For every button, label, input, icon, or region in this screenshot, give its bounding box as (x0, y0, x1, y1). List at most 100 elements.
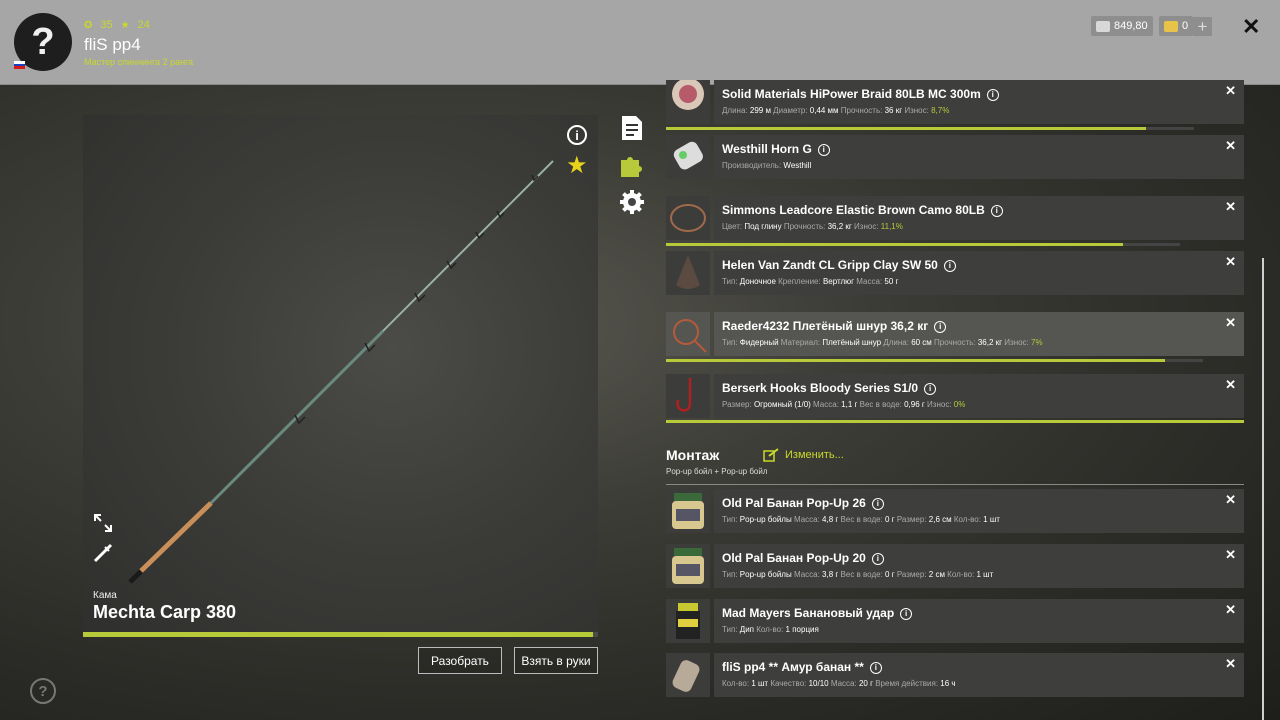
info-icon[interactable]: i (817, 144, 830, 156)
info-icon[interactable]: i (924, 383, 937, 395)
help-icon[interactable]: ? (30, 678, 56, 704)
prop-label: Кол-во: (722, 679, 752, 688)
prop-label: Прочность: (781, 222, 828, 231)
leadcore-icon (666, 196, 710, 240)
item-name: Simmons Leadcore Elastic Brown Camo 80LB (722, 203, 985, 217)
remove-icon[interactable]: ✕ (1225, 547, 1236, 563)
tackle-bite-alarm[interactable]: Westhill Horn G i Производитель: Westhill… (666, 135, 1244, 179)
tackle-sinker[interactable]: Helen Van Zandt CL Gripp Clay SW 50 i Тип… (666, 251, 1244, 295)
prop-label: Кол-во: (754, 625, 786, 634)
tackle-line[interactable]: Solid Materials HiPower Braid 80LB MC 30… (666, 78, 1244, 124)
info-icon[interactable]: i (871, 553, 884, 565)
bait-item[interactable]: Old Pal Банан Pop-Up 20 i Тип: Pop-up бой… (666, 544, 1244, 588)
info-icon[interactable]: i (934, 321, 947, 333)
remove-icon[interactable]: ✕ (1225, 656, 1236, 672)
wear-fill (666, 243, 1124, 246)
prop-value: Pop-up бойлы (739, 570, 792, 579)
gear-icon[interactable] (619, 189, 645, 215)
remove-icon[interactable]: ✕ (1225, 377, 1236, 393)
edit-montage-label: Изменить... (785, 449, 844, 461)
prop-value: Дип (739, 625, 754, 634)
item-props: Тип: Pop-up бойлы Масса: 3,8 г Вес в вод… (722, 570, 993, 579)
puzzle-icon[interactable] (619, 152, 645, 178)
gold-coin-icon (1164, 20, 1178, 32)
fishing-rod-image (128, 160, 554, 584)
info-icon[interactable]: i (943, 260, 956, 272)
wear-bar (666, 359, 1203, 362)
info-icon[interactable]: i (986, 89, 999, 101)
tackle-leadcore[interactable]: Simmons Leadcore Elastic Brown Camo 80LB… (666, 196, 1244, 240)
braid-spool-icon (666, 78, 710, 124)
montage-title: Монтаж (666, 447, 720, 463)
info-icon[interactable]: i (869, 662, 882, 674)
bait-jar-icon (666, 489, 710, 533)
item-name: Helen Van Zandt CL Gripp Clay SW 50 (722, 258, 938, 272)
player-rank: Мастер спиннинга 2 ранга (84, 57, 194, 67)
rod-edit-icon[interactable] (93, 543, 113, 563)
rod-name: Mechta Carp 380 (93, 602, 237, 622)
info-icon[interactable]: i (900, 608, 913, 620)
sinker-icon (666, 251, 710, 295)
silver-coin-icon (1096, 20, 1110, 32)
stat-coins: 35 (100, 19, 113, 31)
close-icon[interactable]: ✕ (1242, 14, 1260, 40)
prop-value: 299 м (749, 106, 771, 115)
remove-icon[interactable]: ✕ (1225, 83, 1236, 99)
prop-label: Время действия: (873, 679, 941, 688)
section-divider (666, 420, 1244, 423)
take-in-hands-button[interactable]: Взять в руки (514, 647, 598, 674)
prop-value: 2,6 см (928, 515, 952, 524)
prop-value: Фидерный (739, 338, 779, 347)
disassemble-button[interactable]: Разобрать (418, 647, 502, 674)
bait-jar-icon (666, 544, 710, 588)
prop-label: Износ: (924, 400, 954, 409)
remove-icon[interactable]: ✕ (1225, 492, 1236, 508)
info-icon[interactable]: i (871, 498, 884, 510)
prop-value: 1 шт (983, 515, 1000, 524)
star-icon: ★ (120, 19, 130, 31)
remove-icon[interactable]: ✕ (1225, 602, 1236, 618)
notes-icon[interactable] (619, 115, 645, 141)
prop-label: Прочность: (838, 106, 885, 115)
prop-label: Масса: (854, 277, 885, 286)
item-props: Тип: Дип Кол-во: 1 порция (722, 625, 819, 634)
item-props: Цвет: Под глину Прочность: 36,2 кг Износ… (722, 222, 903, 231)
wear-fill (666, 359, 1166, 362)
prop-label: Размер: (894, 570, 929, 579)
prop-value: 36,2 кг (827, 222, 852, 231)
tackle-hook[interactable]: Berserk Hooks Bloody Series S1/0 i Размер… (666, 374, 1244, 418)
prop-label: Износ: (902, 106, 932, 115)
prop-value: 60 см (911, 338, 932, 347)
item-props: Тип: Доночное Крепление: Вертлюг Масса: … (722, 277, 898, 286)
remove-icon[interactable]: ✕ (1225, 254, 1236, 270)
dip-jar-icon (666, 599, 710, 643)
edit-montage-button[interactable]: Изменить... (763, 448, 844, 462)
rod-condition-fill (83, 632, 593, 637)
item-name: Old Pal Банан Pop-Up 26 (722, 496, 866, 510)
info-icon[interactable]: i (990, 205, 1003, 217)
scrollbar[interactable] (1262, 258, 1264, 720)
rod-brand: Кама (93, 590, 117, 601)
stat-stars: 24 (137, 19, 150, 31)
remove-icon[interactable]: ✕ (1225, 315, 1236, 331)
bait-item[interactable]: fliS pp4 ** Амур банан ** i Кол-во: 1 шт … (666, 653, 1244, 697)
remove-icon[interactable]: ✕ (1225, 138, 1236, 154)
remove-icon[interactable]: ✕ (1225, 199, 1236, 215)
expand-icon[interactable] (93, 513, 113, 533)
prop-label: Масса: (791, 515, 823, 524)
montage-subtitle: Pop-up бойл + Pop-up бойл (666, 467, 768, 476)
prop-value: Westhill (783, 161, 812, 170)
bait-item[interactable]: Old Pal Банан Pop-Up 26 i Тип: Pop-up бой… (666, 489, 1244, 533)
russia-flag-icon (14, 61, 25, 69)
prop-value: 0,96 г (904, 400, 925, 409)
add-gold-button[interactable]: + (1193, 17, 1212, 36)
tackle-leader[interactable]: Raeder4232 Плетёный шнур 36,2 кг i Тип: Ф… (666, 312, 1244, 356)
prop-value: 10/10 (808, 679, 829, 688)
wear-bar (666, 243, 1180, 246)
bait-item[interactable]: Mad Mayers Банановый удар i Тип: Дип Кол-… (666, 599, 1244, 643)
prop-value: 2 см (928, 570, 945, 579)
info-icon[interactable]: i (567, 125, 587, 145)
favorite-star-icon[interactable]: ★ (566, 151, 588, 180)
player-name: fliS pp4 (84, 35, 141, 54)
bite-alarm-icon (666, 135, 710, 179)
